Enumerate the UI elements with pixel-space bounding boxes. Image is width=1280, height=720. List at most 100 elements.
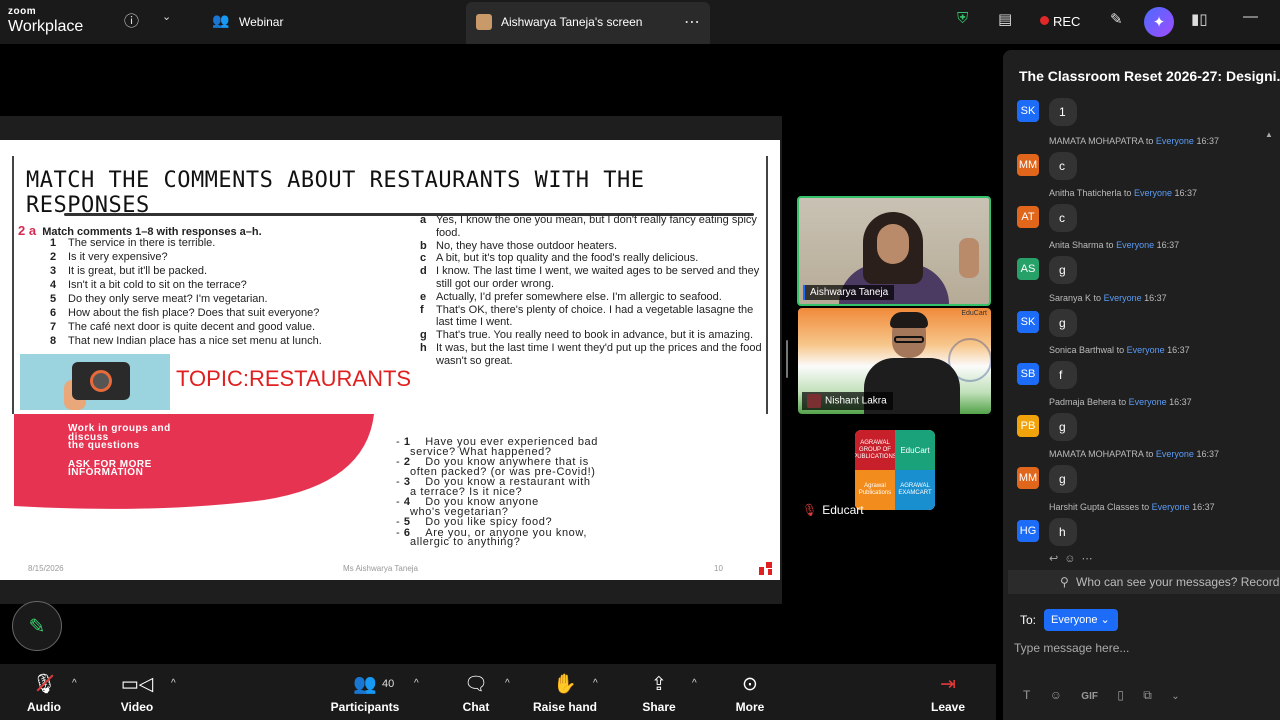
participant-name-educart: 🎙 Educart	[802, 503, 864, 517]
share-tab-label: Aishwarya Taneja's screen	[501, 15, 643, 29]
file-icon[interactable]: ▯	[1117, 688, 1124, 702]
shield-icon[interactable]: ⛨	[957, 10, 968, 27]
annotation-pencil-button[interactable]: ✎	[12, 601, 62, 651]
zoom-logo: zoom Workplace	[8, 6, 84, 35]
leave-button[interactable]: ⇥ Leave	[928, 672, 968, 714]
audio-button[interactable]: 🎙 Audio	[24, 672, 64, 714]
gif-icon[interactable]: GIF	[1081, 691, 1098, 702]
chat-message-input[interactable]	[1014, 638, 1264, 658]
message-sender: MAMATA MOHAPATRA to Everyone 16:37	[1049, 136, 1219, 146]
chevron-down-icon[interactable]: ⌄	[162, 10, 171, 23]
minimize-icon[interactable]: —	[1243, 8, 1258, 25]
camera-image	[20, 354, 170, 410]
video-button[interactable]: ▭◁ Video	[117, 672, 157, 714]
message-bubble[interactable]: g	[1049, 256, 1077, 284]
message-bubble[interactable]: h	[1049, 518, 1077, 546]
comment-item: 5 Do they only serve meat? I'm vegetarian…	[50, 293, 268, 305]
more-options-icon[interactable]: ⋯	[684, 12, 700, 32]
message-bubble[interactable]: c	[1049, 204, 1077, 232]
question-item: - 2 Do you know anywhere that is often pa…	[396, 456, 596, 478]
message-bubble[interactable]: 1	[1049, 98, 1077, 126]
message-sender: Anitha Thaticherla to Everyone 16:37	[1049, 188, 1198, 198]
annotate-icon[interactable]: ✎	[1110, 10, 1123, 28]
chat-button[interactable]: 🗨 Chat	[456, 672, 496, 714]
mic-muted-icon: 🎙	[24, 672, 64, 698]
message-bubble[interactable]: g	[1049, 413, 1077, 441]
slide-title: MATCH THE COMMENTS ABOUT RESTAURANTS WIT…	[26, 168, 645, 218]
text-format-icon[interactable]: T	[1023, 688, 1030, 702]
ai-companion-icon[interactable]: ✦	[1144, 7, 1174, 37]
more-icon: ⊙	[742, 674, 758, 695]
chat-bubble-icon: 🗨	[463, 674, 489, 695]
comment-item: 8 That new Indian place has a nice set me…	[50, 335, 322, 347]
question-item: - 1 Have you ever experienced bad service…	[396, 436, 598, 458]
more-icon[interactable]: ⋯	[1081, 553, 1098, 565]
participants-options-caret[interactable]: ^	[414, 678, 419, 689]
webinar-label: Webinar	[239, 15, 284, 29]
rec-label[interactable]: REC	[1053, 14, 1080, 29]
exercise-heading: 2 a Match comments 1–8 with responses a–…	[18, 223, 262, 238]
avatar[interactable]: SK	[1017, 100, 1039, 122]
message-bubble[interactable]: c	[1049, 152, 1077, 180]
message-sender: Harshit Gupta Classes to Everyone 16:37	[1049, 502, 1215, 512]
avatar[interactable]: SK	[1017, 311, 1039, 333]
group-instructions: Work in groups and discuss the questions…	[68, 423, 171, 478]
screenshot-icon[interactable]: ⧉	[1143, 688, 1152, 703]
question-item: - 4 Do you know anyone who's vegetarian?	[396, 496, 539, 518]
avatar[interactable]: AS	[1017, 258, 1039, 280]
message-bubble[interactable]: f	[1049, 361, 1077, 389]
participants-count: 40	[382, 678, 395, 690]
question-item: - 3 Do you know a restaurant with a terra…	[396, 476, 591, 498]
avatar[interactable]: AT	[1017, 206, 1039, 228]
response-item: b No, they have those outdoor heaters.	[420, 239, 618, 252]
info-icon[interactable]: ⓘ	[124, 10, 139, 31]
slide-page-number: 10	[714, 564, 723, 573]
avatar[interactable]: PB	[1017, 415, 1039, 437]
people-icon: 👥	[212, 12, 230, 28]
response-item: f That's OK, there's plenty of choice. I …	[420, 303, 754, 329]
layout-icon[interactable]: ▮▯	[1191, 10, 1208, 28]
privacy-notice[interactable]: ⚲ Who can see your messages? Recording	[1008, 570, 1280, 594]
raise-hand-options-caret[interactable]: ^	[593, 678, 598, 689]
chat-options-caret[interactable]: ^	[505, 678, 510, 689]
reply-icon[interactable]: ↩	[1049, 553, 1064, 565]
message-bubble[interactable]: g	[1049, 309, 1077, 337]
video-tile-aishwarya[interactable]: Aishwarya Taneja	[797, 196, 991, 306]
notes-icon[interactable]: ▤	[998, 10, 1012, 28]
avatar[interactable]: MM	[1017, 154, 1039, 176]
camera-icon: ▭◁	[120, 674, 154, 695]
presenter-thumbnail	[476, 14, 492, 30]
avatar[interactable]: SB	[1017, 363, 1039, 385]
message-actions[interactable]: ↩☺⋯	[1049, 552, 1098, 565]
response-item: a Yes, I know the one you mean, but I don…	[420, 214, 757, 239]
resize-handle[interactable]	[786, 340, 788, 378]
audio-options-caret[interactable]: ^	[72, 678, 77, 689]
response-item: h It was, but the last time I went they'd…	[420, 341, 762, 367]
response-item: dI know. The last time I went, we waited…	[420, 265, 760, 290]
video-tile-nishant[interactable]: EduCart Nishant Lakra	[798, 308, 991, 414]
emoji-icon[interactable]: ☺	[1064, 553, 1081, 565]
more-button[interactable]: ⊙ More	[730, 672, 770, 714]
video-options-caret[interactable]: ^	[171, 678, 176, 689]
comment-item: 2 Is it very expensive?	[50, 251, 168, 263]
raise-hand-button[interactable]: ✋ Raise hand	[532, 672, 598, 714]
video-tile-educart[interactable]: AGRAWAL GROUP OF PUBLICATIONS EduCart Ag…	[855, 430, 935, 510]
message-bubble[interactable]: g	[1049, 465, 1077, 493]
screen-share-tab[interactable]: Aishwarya Taneja's screen ⋯	[466, 2, 710, 44]
presentation-slide: MATCH THE COMMENTS ABOUT RESTAURANTS WIT…	[0, 140, 780, 580]
chevron-down-icon: ⌄	[1100, 614, 1110, 626]
share-button[interactable]: ⇪ Share	[639, 672, 679, 714]
emoji-icon[interactable]: ☺	[1050, 688, 1062, 702]
person-lock-icon: ⚲	[1060, 575, 1069, 589]
recipient-dropdown[interactable]: Everyone ⌄	[1044, 609, 1118, 631]
chevron-down-icon[interactable]: ⌄	[1171, 691, 1179, 702]
share-options-caret[interactable]: ^	[692, 678, 697, 689]
share-screen-icon: ⇪	[651, 674, 667, 695]
discussion-questions: - 1 Have you ever experienced bad service…	[396, 436, 598, 549]
avatar[interactable]: MM	[1017, 467, 1039, 489]
scroll-up-icon[interactable]: ▲	[1265, 130, 1273, 139]
hand-icon: ✋	[553, 674, 577, 695]
slide-date: 8/15/2026	[28, 564, 64, 573]
avatar[interactable]: HG	[1017, 520, 1039, 542]
message-sender: Sonica Barthwal to Everyone 16:37	[1049, 345, 1190, 355]
